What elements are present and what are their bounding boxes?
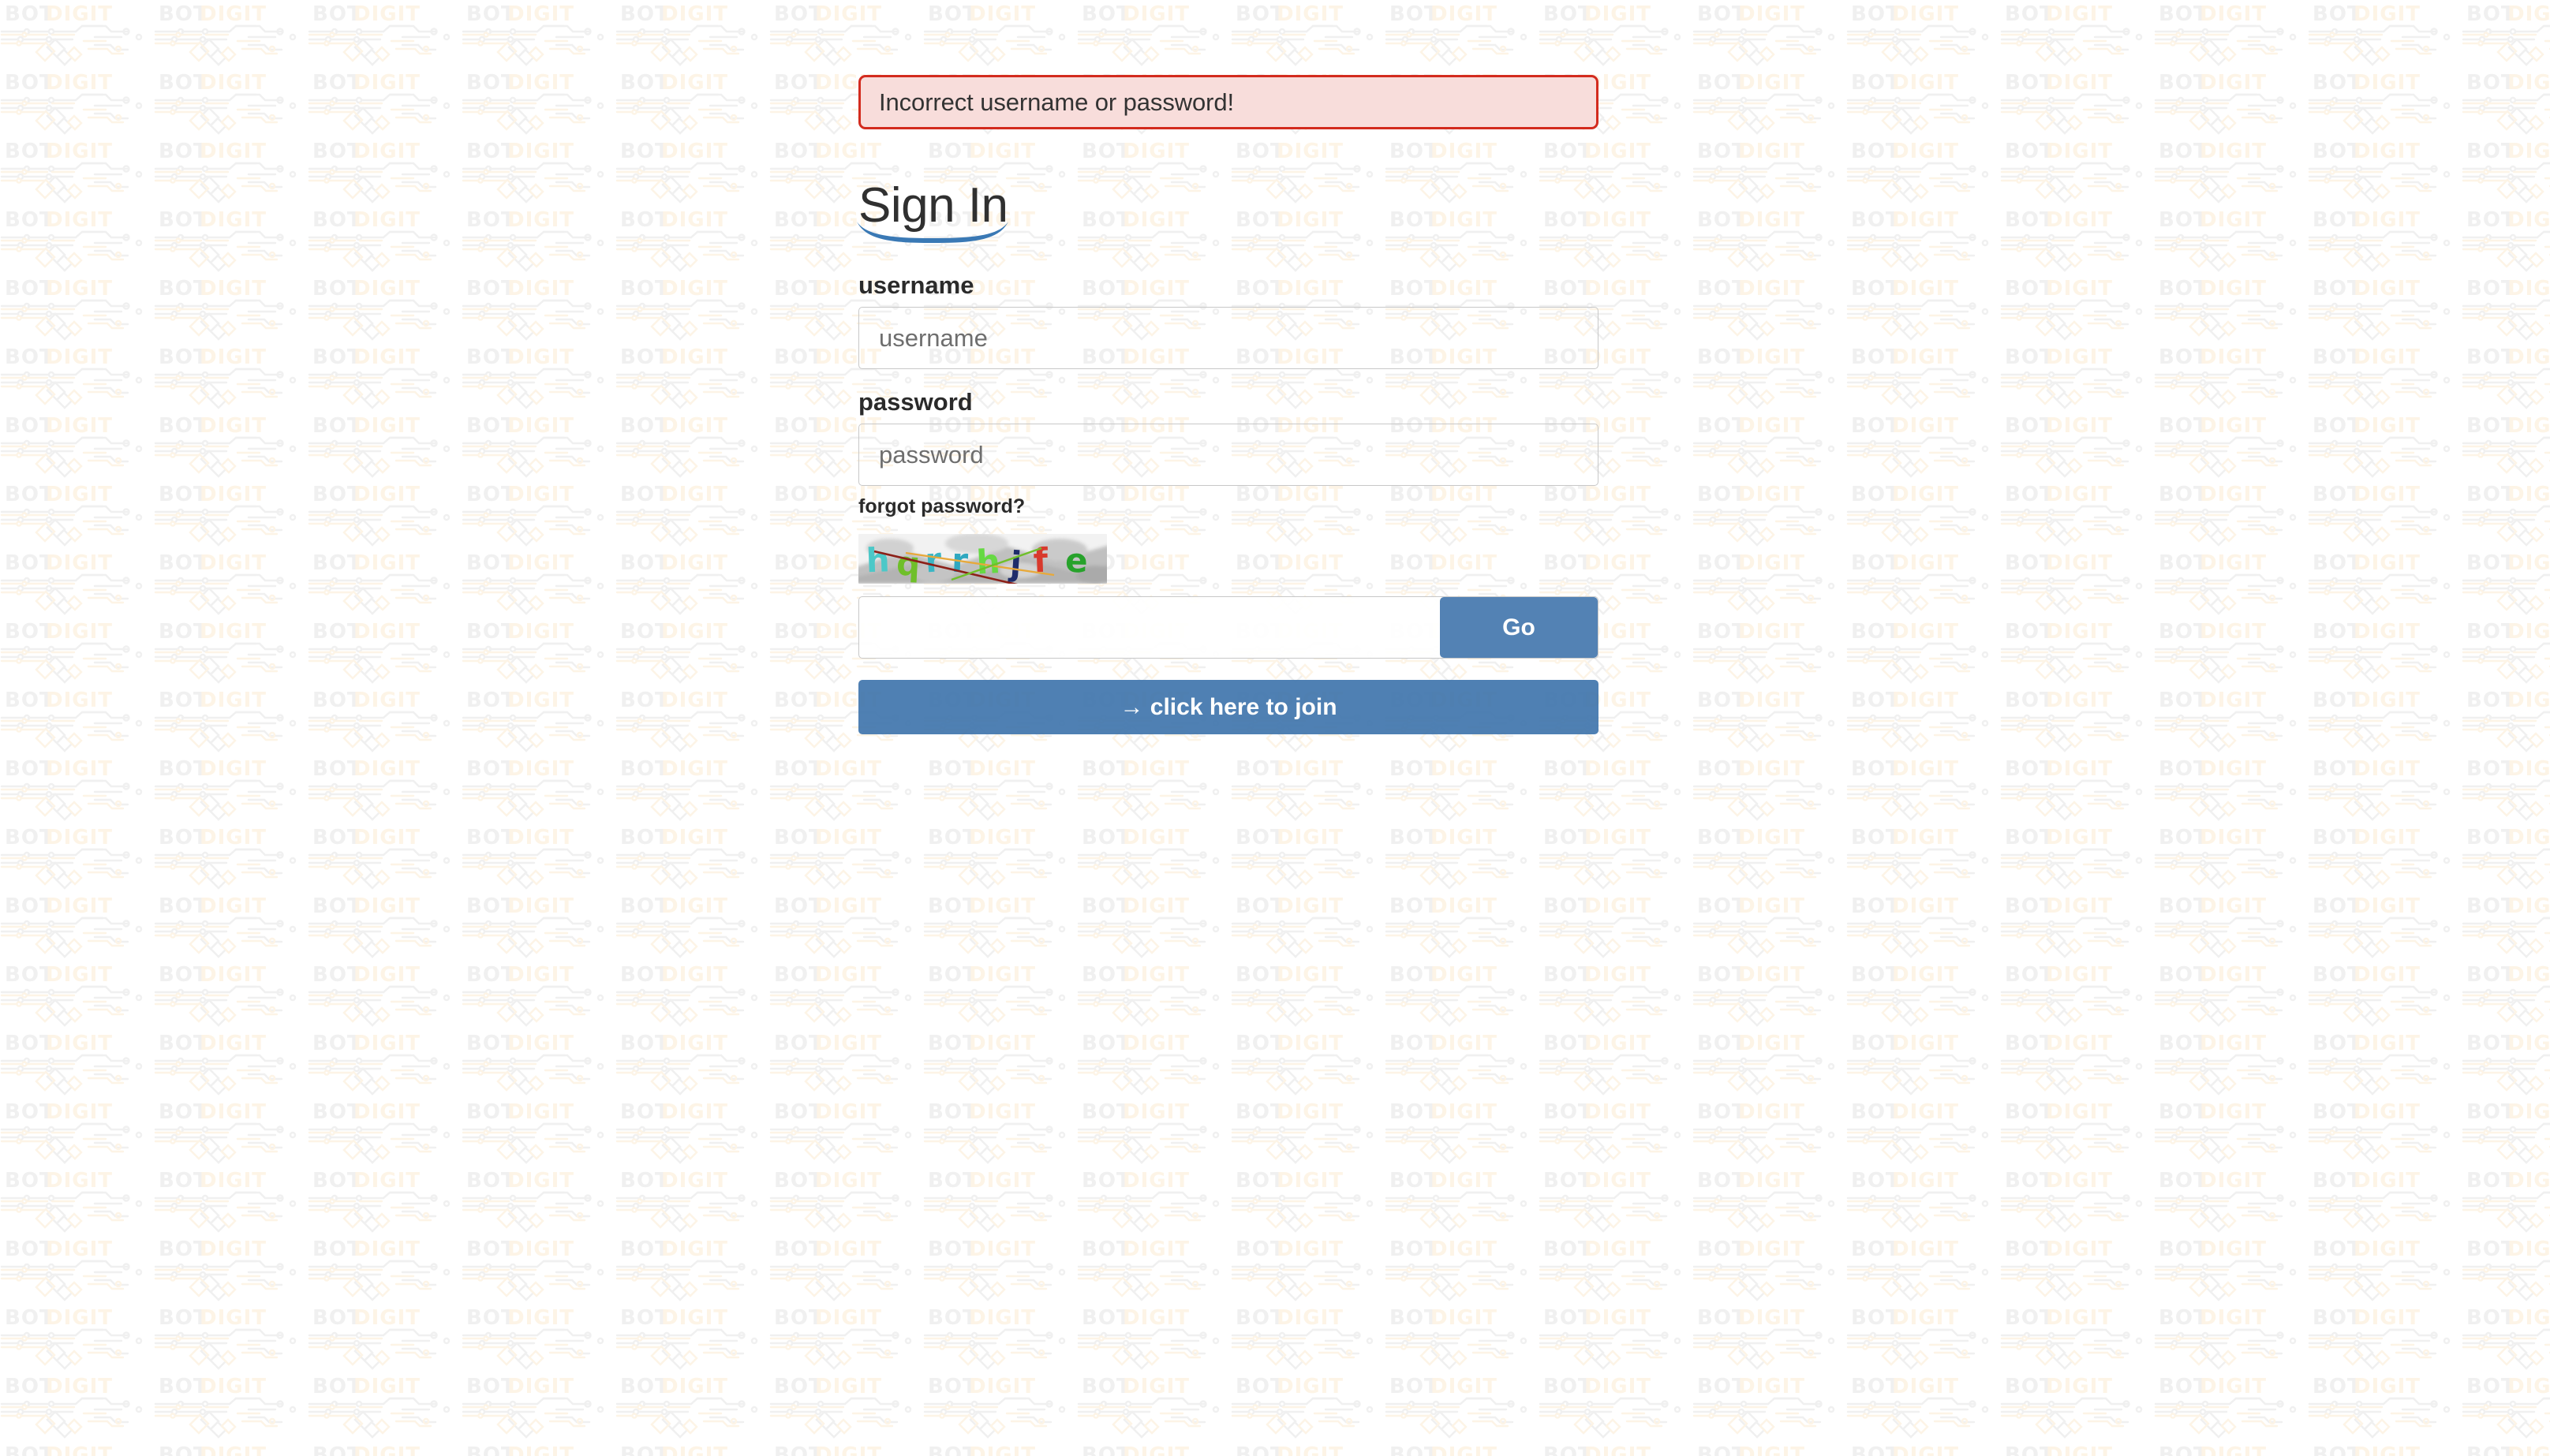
page-title-wrapper: Sign In bbox=[857, 181, 1008, 243]
title-underline-swoosh bbox=[857, 222, 1008, 243]
error-alert-banner: Incorrect username or password! bbox=[858, 75, 1598, 129]
password-label: password bbox=[858, 388, 973, 416]
error-alert-text: Incorrect username or password! bbox=[879, 88, 1235, 116]
username-input[interactable] bbox=[858, 307, 1598, 369]
username-label: username bbox=[858, 271, 974, 299]
login-page: Incorrect username or password! Sign In … bbox=[0, 0, 2550, 1456]
go-button[interactable]: Go bbox=[1440, 597, 1598, 658]
signin-form: Incorrect username or password! Sign In … bbox=[857, 75, 1598, 734]
join-button[interactable]: → click here to join bbox=[858, 680, 1598, 734]
svg-text:e: e bbox=[1065, 541, 1088, 580]
captcha-input-row: Go bbox=[858, 596, 1598, 659]
svg-text:h: h bbox=[866, 540, 891, 580]
svg-text:q: q bbox=[895, 544, 922, 584]
captcha-image: h q r r h j f e bbox=[858, 534, 1107, 584]
forgot-password-link[interactable]: forgot password? bbox=[858, 497, 1025, 517]
password-input[interactable] bbox=[858, 424, 1598, 486]
svg-text:r: r bbox=[924, 540, 943, 580]
